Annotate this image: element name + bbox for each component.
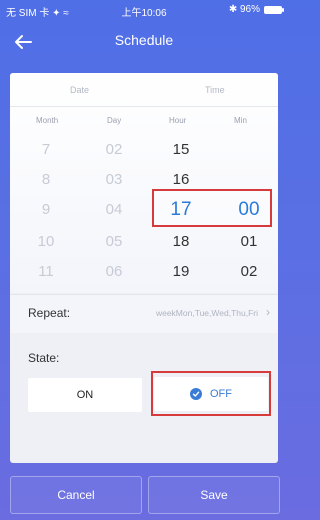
repeat-label: Repeat: (28, 306, 71, 320)
state-off-button[interactable]: OFF (154, 377, 268, 411)
month-option[interactable]: 10 (26, 233, 66, 250)
chevron-right-icon: › (266, 305, 270, 319)
cancel-button[interactable]: Cancel (10, 476, 142, 514)
save-button[interactable]: Save (148, 476, 280, 514)
footer-actions: Cancel Save (10, 476, 280, 514)
battery-icon (264, 6, 284, 14)
battery-text: ✱ 96% (228, 4, 260, 15)
state-on-button[interactable]: ON (28, 378, 142, 412)
min-option[interactable]: 01 (229, 233, 269, 250)
month-option[interactable]: 9 (26, 201, 66, 218)
hour-selected[interactable]: 17 (161, 199, 201, 221)
state-on-label: ON (76, 389, 94, 401)
state-label: State: (28, 351, 60, 365)
page-title: Schedule (114, 32, 174, 48)
hour-option[interactable]: 15 (161, 141, 201, 158)
time-group-label: Time (205, 85, 225, 95)
hour-option[interactable]: 18 (161, 233, 201, 250)
repeat-value: weekMon,Tue,Wed,Thu,Fri (155, 308, 258, 318)
min-option[interactable]: 02 (229, 263, 269, 280)
save-label: Save (200, 488, 228, 502)
min-column-header: Min (234, 116, 247, 125)
hour-column-header: Hour (169, 116, 187, 125)
hour-option[interactable]: 16 (161, 171, 201, 188)
day-option[interactable]: 04 (94, 201, 134, 218)
day-option[interactable]: 05 (94, 233, 134, 250)
date-time-picker[interactable]: Date Time Month Day Hour Min 7 8 9 10 11… (10, 73, 278, 293)
month-option[interactable]: 11 (26, 263, 66, 280)
check-circle-icon (190, 388, 202, 400)
month-option[interactable]: 7 (26, 141, 66, 158)
month-option[interactable]: 8 (26, 171, 66, 188)
divider (10, 106, 278, 107)
top-bar: Schedule (0, 22, 288, 62)
day-option[interactable]: 06 (94, 263, 134, 280)
month-column-header: Month (36, 116, 59, 125)
repeat-row[interactable]: Repeat: weekMon,Tue,Wed,Thu,Fri › (10, 294, 278, 333)
date-group-label: Date (70, 85, 90, 95)
min-selected[interactable]: 00 (229, 199, 269, 221)
cancel-label: Cancel (57, 488, 95, 502)
schedule-card: Date Time Month Day Hour Min 7 8 9 10 11… (10, 73, 278, 463)
day-option[interactable]: 02 (94, 141, 134, 158)
hour-option[interactable]: 19 (161, 263, 201, 280)
status-bar: 无 SIM 卡 ✦ ≈ 上午10:06 ✱ 96% (0, 0, 288, 20)
state-off-label: OFF (210, 388, 232, 400)
day-column-header: Day (107, 116, 122, 125)
day-option[interactable]: 03 (94, 171, 134, 188)
